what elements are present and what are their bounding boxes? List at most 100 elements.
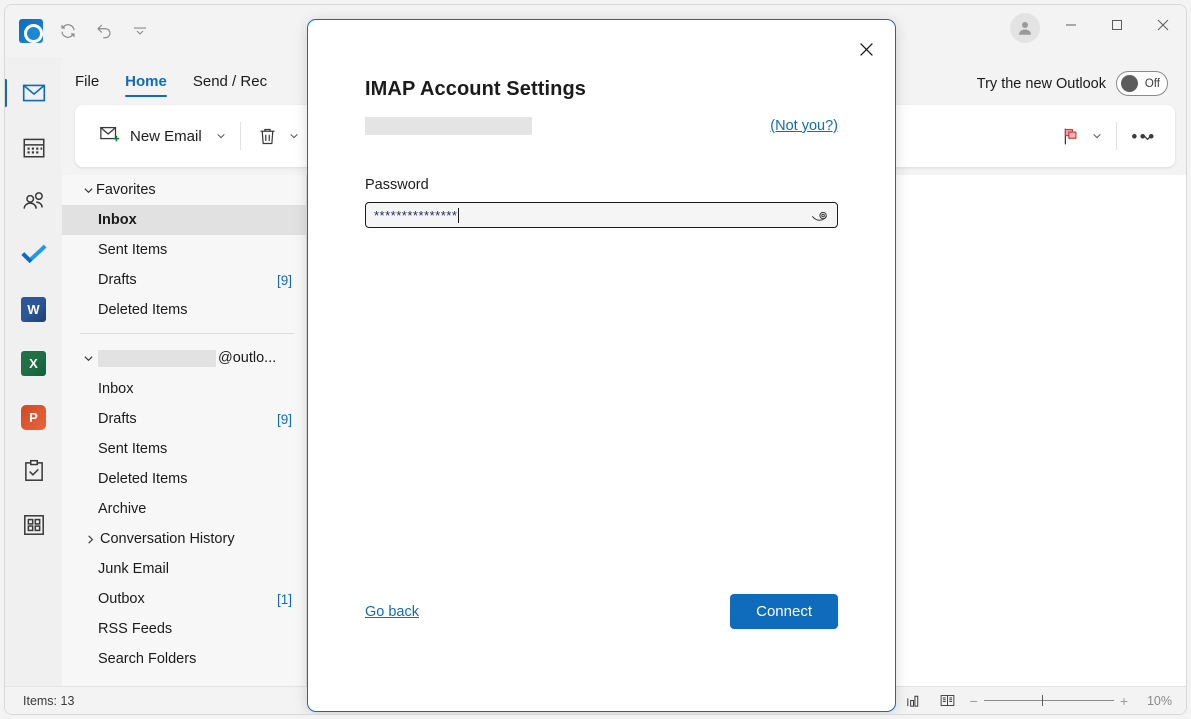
- powerpoint-icon: P: [21, 405, 46, 430]
- collapse-ribbon-chevron-down-icon[interactable]: [1133, 122, 1161, 150]
- account-domain-label: @outlo...: [218, 350, 276, 366]
- folder-pane: Favorites Inbox Sent Items Drafts [9] De…: [62, 175, 307, 696]
- text-cursor: [458, 208, 459, 223]
- account-identity-row: (Not you?): [365, 115, 838, 137]
- avatar-icon: [1010, 13, 1040, 43]
- customize-qat-icon[interactable]: [129, 20, 151, 42]
- quick-access-toolbar: [19, 19, 151, 43]
- password-value: ***************: [374, 208, 457, 223]
- zoom-slider[interactable]: − +: [970, 693, 1128, 709]
- toggle-state-label: Off: [1145, 78, 1160, 90]
- try-new-outlook-toggle[interactable]: Off: [1116, 71, 1168, 96]
- favorites-group-header[interactable]: Favorites: [62, 175, 306, 205]
- ribbon-divider-2: [1116, 122, 1117, 150]
- minimize-button[interactable]: [1048, 5, 1094, 45]
- zoom-level-label[interactable]: 10%: [1138, 694, 1172, 708]
- flag-button[interactable]: [1054, 118, 1088, 154]
- window-controls: [1002, 5, 1186, 57]
- new-email-button[interactable]: New Email: [89, 116, 212, 156]
- view-controls: − + 10%: [902, 691, 1172, 711]
- maximize-button[interactable]: [1094, 5, 1140, 45]
- folder-account-rss-feeds[interactable]: RSS Feeds: [62, 614, 306, 644]
- tab-send-receive[interactable]: Send / Rec: [193, 73, 267, 97]
- folder-label: Outbox: [98, 591, 145, 607]
- folder-label: Search Folders: [98, 651, 196, 667]
- account-email-redacted: [365, 117, 532, 135]
- dialog-close-icon[interactable]: [847, 30, 885, 68]
- folder-pane-divider: [80, 333, 294, 334]
- account-name-redacted: [98, 350, 216, 367]
- folder-favorites-deleted-items[interactable]: Deleted Items: [62, 295, 306, 325]
- try-new-outlook-label: Try the new Outlook: [977, 76, 1106, 92]
- new-email-chevron-down-icon[interactable]: [212, 131, 230, 141]
- delete-button[interactable]: [251, 118, 285, 154]
- word-icon: W: [21, 297, 46, 322]
- avatar[interactable]: [1002, 5, 1048, 51]
- zoom-out-button[interactable]: −: [970, 693, 978, 709]
- sidebar-item-todo[interactable]: [12, 233, 56, 277]
- eye-icon[interactable]: [808, 205, 830, 225]
- folder-count: [9]: [277, 273, 292, 288]
- folder-label: Deleted Items: [98, 302, 187, 318]
- tab-file[interactable]: File: [75, 73, 99, 97]
- undo-icon[interactable]: [93, 20, 115, 42]
- folder-label: Drafts: [98, 411, 137, 427]
- zoom-track[interactable]: [984, 700, 1114, 701]
- folder-label: Conversation History: [100, 531, 235, 547]
- folder-account-deleted-items[interactable]: Deleted Items: [62, 464, 306, 494]
- password-input[interactable]: ***************: [365, 202, 838, 228]
- dialog-body: IMAP Account Settings (Not you?) Passwor…: [365, 78, 838, 228]
- folder-account-junk-email[interactable]: Junk Email: [62, 554, 306, 584]
- folder-label: RSS Feeds: [98, 621, 172, 637]
- flag-chevron-down-icon[interactable]: [1088, 131, 1106, 141]
- chevron-down-icon: [80, 353, 96, 364]
- delete-chevron-down-icon[interactable]: [285, 131, 303, 141]
- account-header[interactable]: @outlo...: [62, 342, 306, 374]
- tab-home[interactable]: Home: [125, 73, 167, 97]
- try-new-outlook[interactable]: Try the new Outlook Off: [977, 71, 1168, 96]
- new-email-label: New Email: [130, 128, 202, 145]
- dialog-title: IMAP Account Settings: [365, 78, 838, 101]
- reading-view-icon[interactable]: [936, 691, 960, 711]
- folder-account-drafts[interactable]: Drafts [9]: [62, 404, 306, 434]
- folder-label: Inbox: [98, 381, 133, 397]
- folder-favorites-sent-items[interactable]: Sent Items: [62, 235, 306, 265]
- folder-account-archive[interactable]: Archive: [62, 494, 306, 524]
- excel-icon: X: [21, 351, 46, 376]
- dialog-footer: Go back Connect: [365, 594, 838, 629]
- new-email-icon: [99, 123, 121, 149]
- window-frame: File Home Send / Rec New Email: [4, 4, 1187, 715]
- sync-icon[interactable]: [57, 20, 79, 42]
- chevron-right-icon: [82, 534, 98, 545]
- sidebar-item-mail[interactable]: [12, 71, 56, 115]
- folder-label: Junk Email: [98, 561, 169, 577]
- sidebar-item-word[interactable]: W: [12, 287, 56, 331]
- folder-favorites-inbox[interactable]: Inbox: [62, 205, 306, 235]
- favorites-label: Favorites: [96, 182, 156, 198]
- sidebar-item-powerpoint[interactable]: P: [12, 395, 56, 439]
- sidebar-item-more-apps[interactable]: [12, 503, 56, 547]
- go-back-link[interactable]: Go back: [365, 604, 419, 620]
- folder-label: Inbox: [98, 212, 137, 228]
- not-you-link[interactable]: (Not you?): [770, 118, 838, 134]
- folder-label: Sent Items: [98, 441, 167, 457]
- folder-count: [9]: [277, 412, 292, 427]
- folder-account-inbox[interactable]: Inbox: [62, 374, 306, 404]
- close-button[interactable]: [1140, 5, 1186, 45]
- sidebar-item-tasks[interactable]: [12, 449, 56, 493]
- folder-count: [1]: [277, 592, 292, 607]
- folder-label: Drafts: [98, 272, 137, 288]
- app-rail: W X P: [5, 57, 62, 715]
- zoom-thumb[interactable]: [1042, 695, 1044, 706]
- zoom-in-button[interactable]: +: [1120, 693, 1128, 709]
- folder-account-search-folders[interactable]: Search Folders: [62, 644, 306, 674]
- sidebar-item-excel[interactable]: X: [12, 341, 56, 385]
- sidebar-item-people[interactable]: [12, 179, 56, 223]
- sidebar-item-calendar[interactable]: [12, 125, 56, 169]
- folder-favorites-drafts[interactable]: Drafts [9]: [62, 265, 306, 295]
- folder-account-sent-items[interactable]: Sent Items: [62, 434, 306, 464]
- normal-view-icon[interactable]: [902, 691, 926, 711]
- folder-account-conversation-history[interactable]: Conversation History: [62, 524, 306, 554]
- folder-account-outbox[interactable]: Outbox [1]: [62, 584, 306, 614]
- connect-button[interactable]: Connect: [730, 594, 838, 629]
